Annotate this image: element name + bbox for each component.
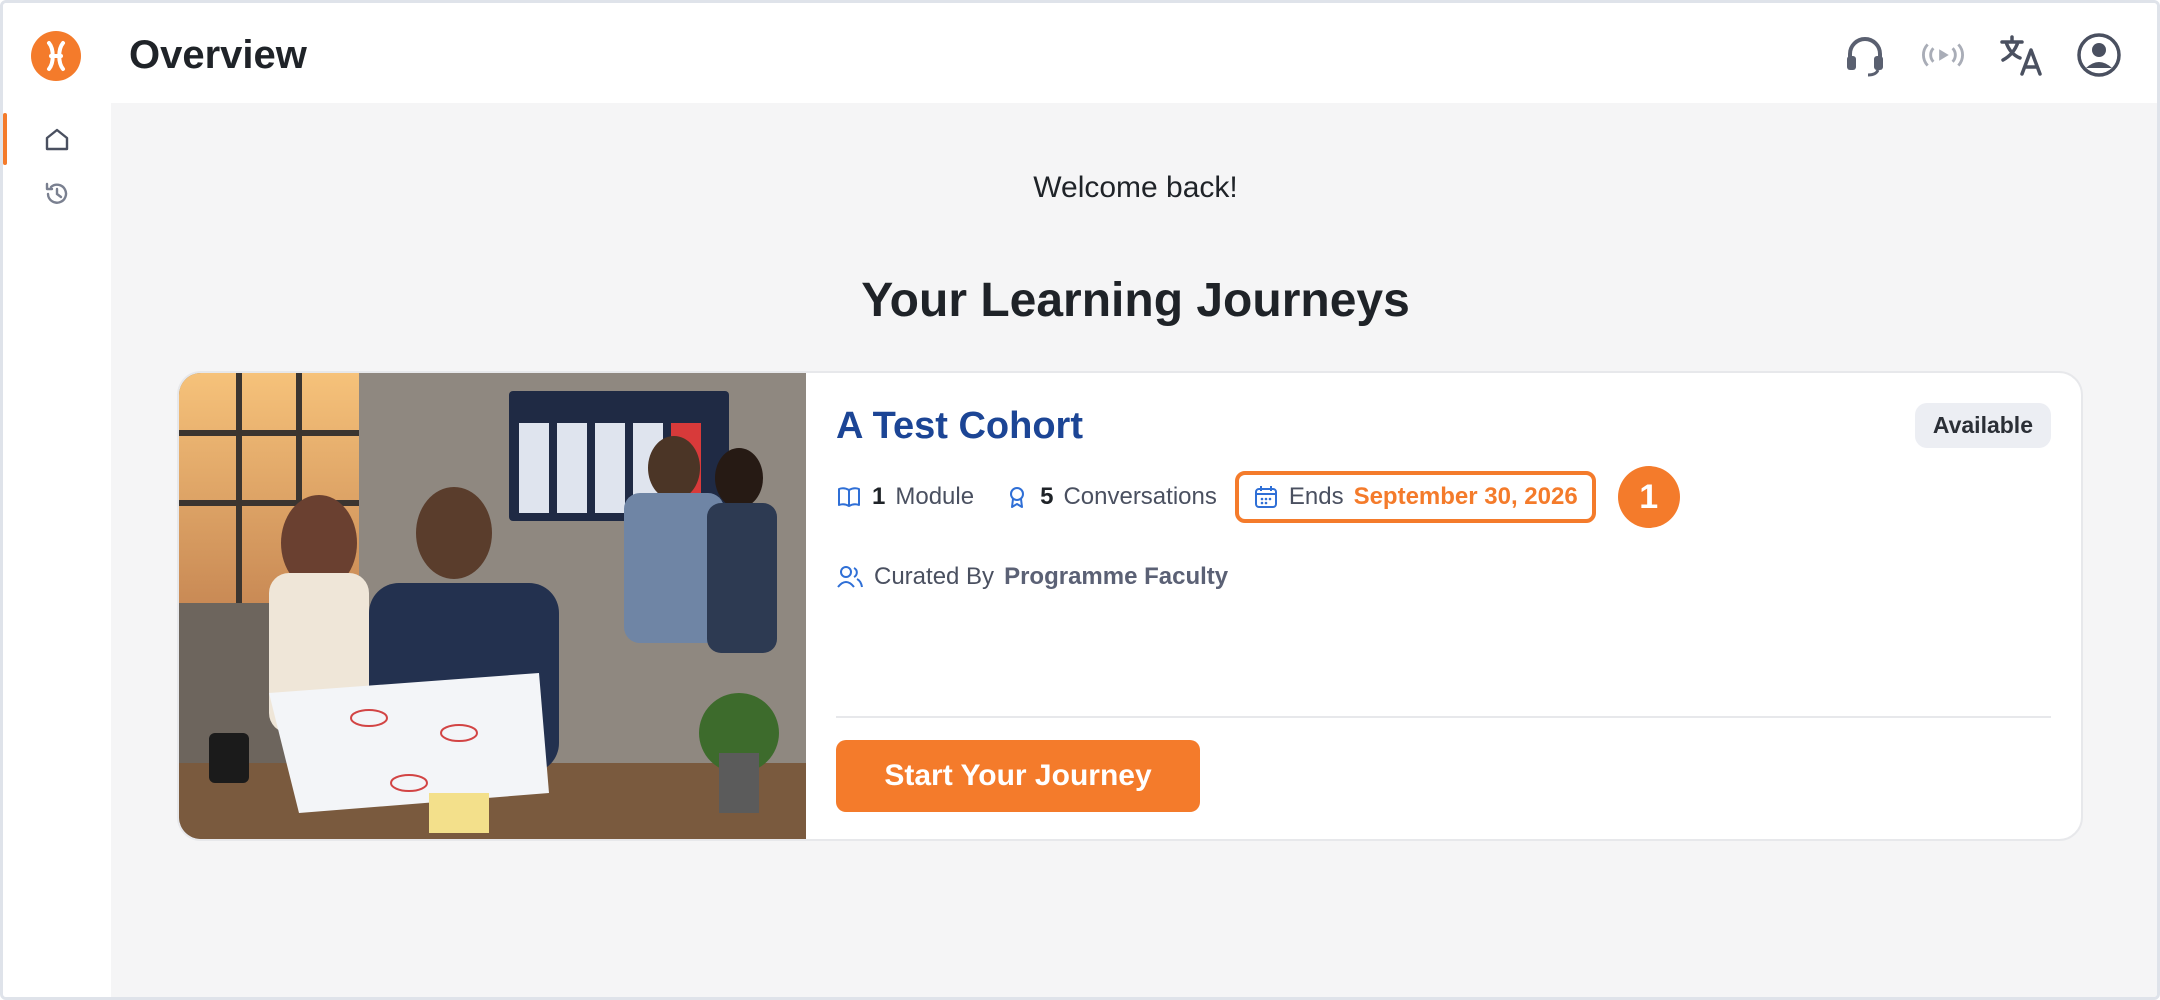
broadcast-icon[interactable] [1919, 31, 1967, 79]
journey-cover-image [179, 373, 806, 839]
sidebar-item-home[interactable] [41, 123, 73, 155]
end-date-highlight: Ends September 30, 2026 [1234, 471, 1596, 523]
journey-card[interactable]: A Test Cohort Available 1 Module 5 Conve… [177, 371, 2083, 841]
cohort-title[interactable]: A Test Cohort [836, 405, 1083, 448]
curated-by: Programme Faculty [1004, 563, 1229, 590]
logo-icon[interactable] [31, 31, 81, 81]
calendar-icon [1254, 486, 1277, 508]
journey-meta: 1 Module 5 Conversations Ends September … [836, 466, 1680, 528]
headset-icon[interactable] [1841, 31, 1889, 79]
curated-label: Curated By [874, 563, 995, 590]
modules-count: 1 [872, 483, 886, 510]
conversations-label: Conversations [1063, 483, 1217, 510]
top-bar: Overview [3, 3, 2157, 103]
users-icon [837, 566, 863, 588]
modules-label: Module [895, 483, 975, 510]
page-title: Overview [129, 33, 307, 77]
sidebar [3, 103, 111, 997]
welcome-text: Welcome back! [1033, 171, 1238, 204]
award-icon [1010, 487, 1025, 508]
conversations-count: 5 [1040, 483, 1054, 510]
journey-card-body: A Test Cohort Available 1 Module 5 Conve… [806, 373, 2081, 839]
home-icon [45, 128, 69, 151]
step-marker: 1 [1617, 466, 1680, 528]
account-icon[interactable] [2075, 31, 2123, 79]
card-divider [836, 716, 2051, 718]
section-title: Your Learning Journeys [861, 274, 1410, 327]
sidebar-active-indicator [3, 113, 7, 165]
modules-info: 1 Module [836, 483, 974, 511]
status-badge: Available [1914, 403, 2051, 448]
curated-info: Curated By Programme Faculty [836, 563, 1228, 591]
start-journey-button[interactable]: Start Your Journey [836, 740, 1200, 812]
main-content: Welcome back! Your Learning Journeys A T… [111, 103, 2157, 997]
ends-date: September 30, 2026 [1353, 483, 1578, 510]
sidebar-item-history[interactable] [41, 178, 73, 210]
conversations-info: 5 Conversations [1004, 483, 1217, 511]
header-actions [1841, 31, 2123, 79]
book-icon [838, 487, 860, 507]
app-window: Overview Welcome back! Your Learning Jou… [0, 0, 2160, 1000]
ends-label: Ends [1288, 483, 1344, 510]
translate-icon[interactable] [1997, 31, 2045, 79]
history-icon [45, 182, 68, 204]
